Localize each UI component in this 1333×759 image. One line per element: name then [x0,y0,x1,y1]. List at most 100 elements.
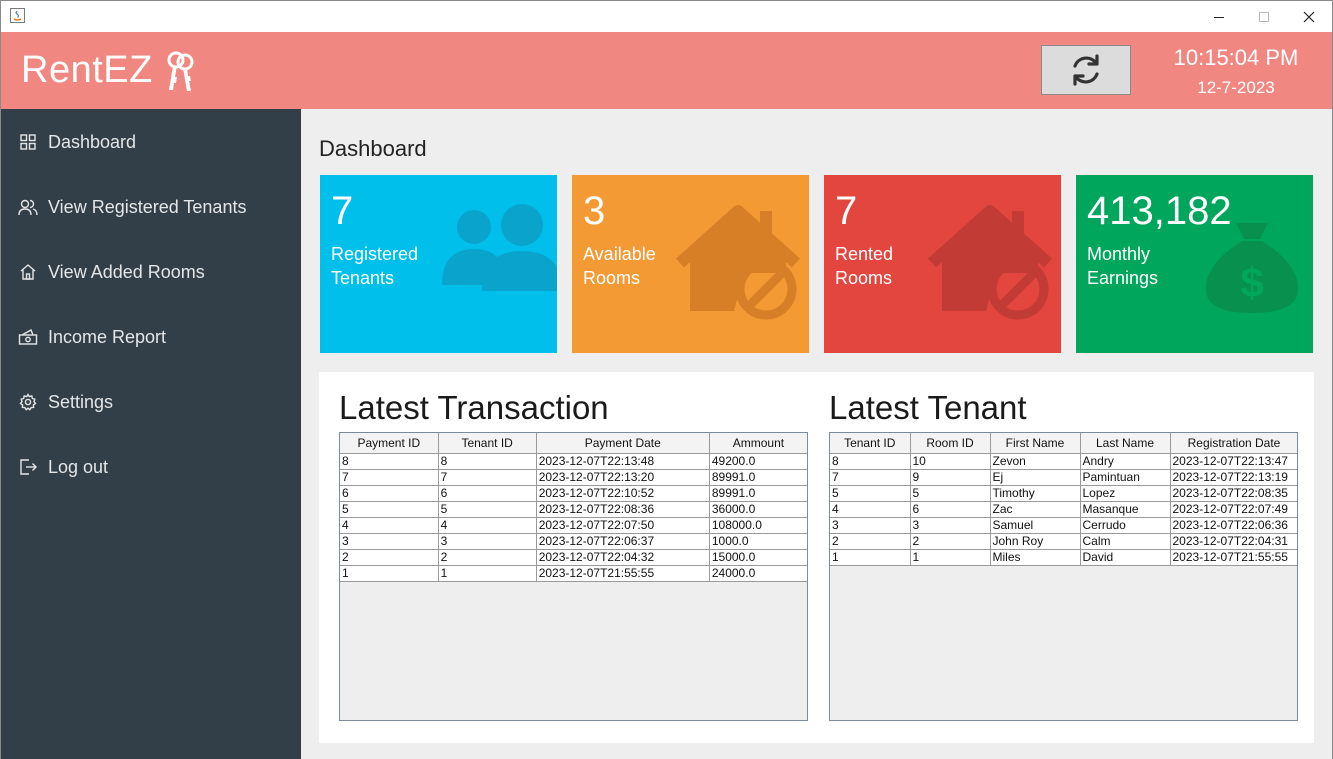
table-row[interactable]: 5 5 Timothy Lopez 2023-12-07T22:08:35 [830,485,1297,502]
table-cell[interactable]: David [1080,549,1171,566]
table-cell[interactable]: Zac [990,501,1081,518]
table-cell[interactable]: 5 [438,501,537,518]
table-cell[interactable]: 2023-12-07T22:10:52 [536,485,710,502]
table-cell[interactable]: 1 [830,549,911,566]
table-cell[interactable]: 4 [830,501,911,518]
table-cell[interactable]: 2023-12-07T22:13:47 [1170,453,1297,470]
table-row[interactable]: 1 1 2023-12-07T21:55:55 24000.0 [340,565,807,582]
table-row[interactable]: 4 6 Zac Masanque 2023-12-07T22:07:49 [830,501,1297,518]
sidebar-item-log-out[interactable]: Log out [1,447,301,487]
table-cell[interactable]: 15000.0 [709,549,807,566]
table-cell[interactable]: 2 [340,549,439,566]
column-header[interactable]: Registration Date [1170,433,1297,454]
table-cell[interactable]: 2023-12-07T22:04:31 [1170,533,1297,550]
table-cell[interactable]: 2023-12-07T22:06:36 [1170,517,1297,534]
column-header[interactable]: Last Name [1080,433,1171,454]
table-cell[interactable]: Miles [990,549,1081,566]
sidebar-item-view-added-rooms[interactable]: View Added Rooms [1,252,301,292]
table-row[interactable]: 8 10 Zevon Andry 2023-12-07T22:13:47 [830,453,1297,470]
table-cell[interactable]: 2023-12-07T22:08:36 [536,501,710,518]
table-cell[interactable]: 2023-12-07T22:04:32 [536,549,710,566]
table-cell[interactable]: 9 [910,469,991,486]
column-header[interactable]: Room ID [910,433,991,454]
table-row[interactable]: 4 4 2023-12-07T22:07:50 108000.0 [340,517,807,534]
table-row[interactable]: 3 3 2023-12-07T22:06:37 1000.0 [340,533,807,550]
table-cell[interactable]: 2023-12-07T22:13:19 [1170,469,1297,486]
table-row[interactable]: 7 7 2023-12-07T22:13:20 89991.0 [340,469,807,486]
table-cell[interactable]: 2 [830,533,911,550]
table-cell[interactable]: 7 [340,469,439,486]
sidebar-item-income-report[interactable]: Income Report [1,317,301,357]
table-cell[interactable]: 2023-12-07T22:08:35 [1170,485,1297,502]
table-cell[interactable]: 3 [438,533,537,550]
table-cell[interactable]: 24000.0 [709,565,807,582]
table-row[interactable]: 6 6 2023-12-07T22:10:52 89991.0 [340,485,807,502]
table-row[interactable]: 5 5 2023-12-07T22:08:36 36000.0 [340,501,807,518]
column-header[interactable]: Payment ID [340,433,439,454]
table-cell[interactable]: Pamintuan [1080,469,1171,486]
table-cell[interactable]: 6 [438,485,537,502]
table-cell[interactable]: 5 [340,501,439,518]
table-cell[interactable]: 8 [340,453,439,470]
table-cell[interactable]: 2023-12-07T22:07:49 [1170,501,1297,518]
table-cell[interactable]: 8 [830,453,911,470]
table-cell[interactable]: 89991.0 [709,485,807,502]
table-cell[interactable]: 1 [340,565,439,582]
table-cell[interactable]: 1 [910,549,991,566]
table-row[interactable]: 8 8 2023-12-07T22:13:48 49200.0 [340,453,807,470]
table-cell[interactable]: 49200.0 [709,453,807,470]
table-cell[interactable]: 6 [910,501,991,518]
table-cell[interactable]: 89991.0 [709,469,807,486]
table-cell[interactable]: 5 [910,485,991,502]
table-cell[interactable]: 10 [910,453,991,470]
table-cell[interactable]: 1000.0 [709,533,807,550]
tenants-table-container[interactable]: Tenant ID Room ID First Name Last Name R… [829,432,1298,721]
maximize-button[interactable] [1241,1,1287,32]
table-cell[interactable]: 1 [438,565,537,582]
table-cell[interactable]: Lopez [1080,485,1171,502]
column-header[interactable]: Ammount [709,433,807,454]
table-cell[interactable]: Cerrudo [1080,517,1171,534]
table-cell[interactable]: 4 [438,517,537,534]
column-header[interactable]: Payment Date [536,433,710,454]
transactions-table-container[interactable]: Payment ID Tenant ID Payment Date Ammoun… [339,432,808,721]
table-cell[interactable]: 3 [340,533,439,550]
table-cell[interactable]: Zevon [990,453,1081,470]
table-cell[interactable]: 2 [910,533,991,550]
table-cell[interactable]: 4 [340,517,439,534]
table-cell[interactable]: 5 [830,485,911,502]
table-cell[interactable]: 2 [438,549,537,566]
table-cell[interactable]: 2023-12-07T22:13:20 [536,469,710,486]
column-header[interactable]: First Name [990,433,1081,454]
sidebar-item-view-registered-tenants[interactable]: View Registered Tenants [1,187,301,227]
column-header[interactable]: Tenant ID [830,433,911,454]
minimize-button[interactable] [1196,1,1242,32]
table-cell[interactable]: Samuel [990,517,1081,534]
table-cell[interactable]: 2023-12-07T21:55:55 [536,565,710,582]
table-cell[interactable]: 8 [438,453,537,470]
table-cell[interactable]: Ej [990,469,1081,486]
table-cell[interactable]: 3 [910,517,991,534]
sidebar-item-settings[interactable]: Settings [1,382,301,422]
table-cell[interactable]: 2023-12-07T22:13:48 [536,453,710,470]
table-cell[interactable]: 2023-12-07T22:07:50 [536,517,710,534]
close-button[interactable] [1286,1,1332,32]
table-row[interactable]: 2 2 2023-12-07T22:04:32 15000.0 [340,549,807,566]
table-cell[interactable]: 7 [438,469,537,486]
table-cell[interactable]: Masanque [1080,501,1171,518]
table-cell[interactable]: 108000.0 [709,517,807,534]
table-row[interactable]: 3 3 Samuel Cerrudo 2023-12-07T22:06:36 [830,517,1297,534]
table-cell[interactable]: 2023-12-07T21:55:55 [1170,549,1297,566]
table-cell[interactable]: 2023-12-07T22:06:37 [536,533,710,550]
table-row[interactable]: 2 2 John Roy Calm 2023-12-07T22:04:31 [830,533,1297,550]
refresh-button[interactable] [1041,45,1131,95]
table-cell[interactable]: Andry [1080,453,1171,470]
table-cell[interactable]: Timothy [990,485,1081,502]
table-row[interactable]: 7 9 Ej Pamintuan 2023-12-07T22:13:19 [830,469,1297,486]
table-row[interactable]: 1 1 Miles David 2023-12-07T21:55:55 [830,549,1297,566]
table-cell[interactable]: 6 [340,485,439,502]
column-header[interactable]: Tenant ID [438,433,537,454]
table-cell[interactable]: 36000.0 [709,501,807,518]
table-cell[interactable]: John Roy [990,533,1081,550]
table-cell[interactable]: 3 [830,517,911,534]
